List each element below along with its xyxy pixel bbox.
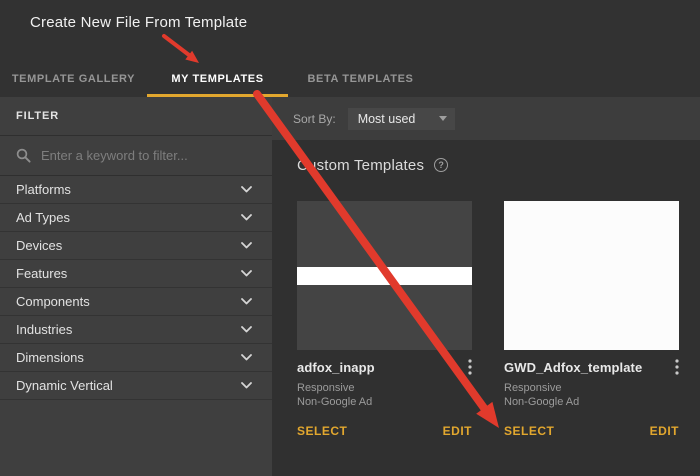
template-thumbnail[interactable]	[504, 201, 679, 350]
section-title: Custom Templates	[297, 157, 424, 174]
sidebar-item-components[interactable]: Components	[0, 288, 272, 316]
chevron-down-icon	[241, 186, 252, 193]
card-actions: SELECT EDIT	[297, 422, 472, 440]
select-button[interactable]: SELECT	[297, 422, 347, 440]
template-ad-kind: Non-Google Ad	[297, 395, 472, 409]
tab-label: BETA TEMPLATES	[308, 73, 414, 85]
sidebar-item-industries[interactable]: Industries	[0, 316, 272, 344]
sidebar-item-label: Dimensions	[16, 350, 84, 365]
sidebar-item-ad-types[interactable]: Ad Types	[0, 204, 272, 232]
section-header: Custom Templates ?	[297, 153, 700, 177]
templates-content: Custom Templates ? adfox_inapp	[272, 140, 700, 440]
card-title-row: GWD_Adfox_template	[504, 359, 679, 375]
kebab-menu-icon[interactable]	[468, 359, 472, 375]
edit-button[interactable]: EDIT	[650, 422, 679, 440]
template-type: Responsive	[297, 381, 472, 395]
chevron-down-icon	[241, 242, 252, 249]
select-button[interactable]: SELECT	[504, 422, 554, 440]
sort-by-dropdown[interactable]: Most used	[348, 108, 455, 130]
dialog-title: Create New File From Template	[30, 14, 247, 31]
template-card-gwd-adfox-template: GWD_Adfox_template Responsive Non-Google…	[504, 201, 679, 440]
tab-template-gallery[interactable]: TEMPLATE GALLERY	[0, 63, 147, 97]
template-card-list: adfox_inapp Responsive Non-Google Ad SEL…	[297, 201, 700, 440]
sidebar-item-features[interactable]: Features	[0, 260, 272, 288]
template-name: GWD_Adfox_template	[504, 360, 642, 375]
template-thumbnail[interactable]	[297, 201, 472, 350]
search-icon	[16, 148, 31, 163]
sidebar-item-dynamic-vertical[interactable]: Dynamic Vertical	[0, 372, 272, 400]
sidebar-item-label: Dynamic Vertical	[16, 378, 113, 393]
sidebar-item-label: Features	[16, 266, 67, 281]
sidebar-item-label: Platforms	[16, 182, 71, 197]
sidebar-item-label: Industries	[16, 322, 72, 337]
template-type: Responsive	[504, 381, 679, 395]
sidebar-item-dimensions[interactable]: Dimensions	[0, 344, 272, 372]
thumbnail-stripe	[297, 267, 472, 285]
sidebar-item-label: Devices	[16, 238, 62, 253]
chevron-down-icon	[241, 270, 252, 277]
chevron-down-icon	[241, 326, 252, 333]
tab-label: MY TEMPLATES	[171, 73, 263, 85]
dialog-header: Create New File From Template TEMPLATE G…	[0, 0, 700, 97]
tab-beta-templates[interactable]: BETA TEMPLATES	[288, 63, 433, 97]
chevron-down-icon	[241, 298, 252, 305]
sidebar-item-devices[interactable]: Devices	[0, 232, 272, 260]
edit-button[interactable]: EDIT	[443, 422, 472, 440]
templates-panel: Sort By: Most used Custom Templates ? ad…	[272, 97, 700, 476]
create-file-dialog: Create New File From Template TEMPLATE G…	[0, 0, 700, 476]
template-meta: Responsive Non-Google Ad	[504, 381, 679, 409]
chevron-down-icon	[241, 354, 252, 361]
template-ad-kind: Non-Google Ad	[504, 395, 679, 409]
template-tabs: TEMPLATE GALLERY MY TEMPLATES BETA TEMPL…	[0, 63, 433, 97]
tab-label: TEMPLATE GALLERY	[12, 73, 135, 85]
sidebar-item-platforms[interactable]: Platforms	[0, 176, 272, 204]
card-title-row: adfox_inapp	[297, 359, 472, 375]
kebab-menu-icon[interactable]	[675, 359, 679, 375]
sort-by-label: Sort By:	[293, 112, 336, 126]
sort-bar: Sort By: Most used	[272, 97, 700, 140]
chevron-down-icon	[241, 382, 252, 389]
template-card-adfox-inapp: adfox_inapp Responsive Non-Google Ad SEL…	[297, 201, 472, 440]
filter-sidebar: FILTER Platforms Ad Types Devices Featur…	[0, 97, 272, 476]
keyword-filter-input[interactable]	[41, 148, 272, 163]
help-icon[interactable]: ?	[434, 158, 448, 172]
template-name: adfox_inapp	[297, 360, 375, 375]
card-actions: SELECT EDIT	[504, 422, 679, 440]
sort-by-value: Most used	[358, 112, 416, 126]
dropdown-caret-icon	[439, 116, 447, 121]
chevron-down-icon	[241, 214, 252, 221]
tab-my-templates[interactable]: MY TEMPLATES	[147, 63, 288, 97]
template-meta: Responsive Non-Google Ad	[297, 381, 472, 409]
sidebar-item-label: Ad Types	[16, 210, 70, 225]
filter-search-row	[0, 136, 272, 176]
sidebar-item-label: Components	[16, 294, 90, 309]
filter-header: FILTER	[0, 97, 272, 136]
filter-label: FILTER	[16, 110, 59, 122]
